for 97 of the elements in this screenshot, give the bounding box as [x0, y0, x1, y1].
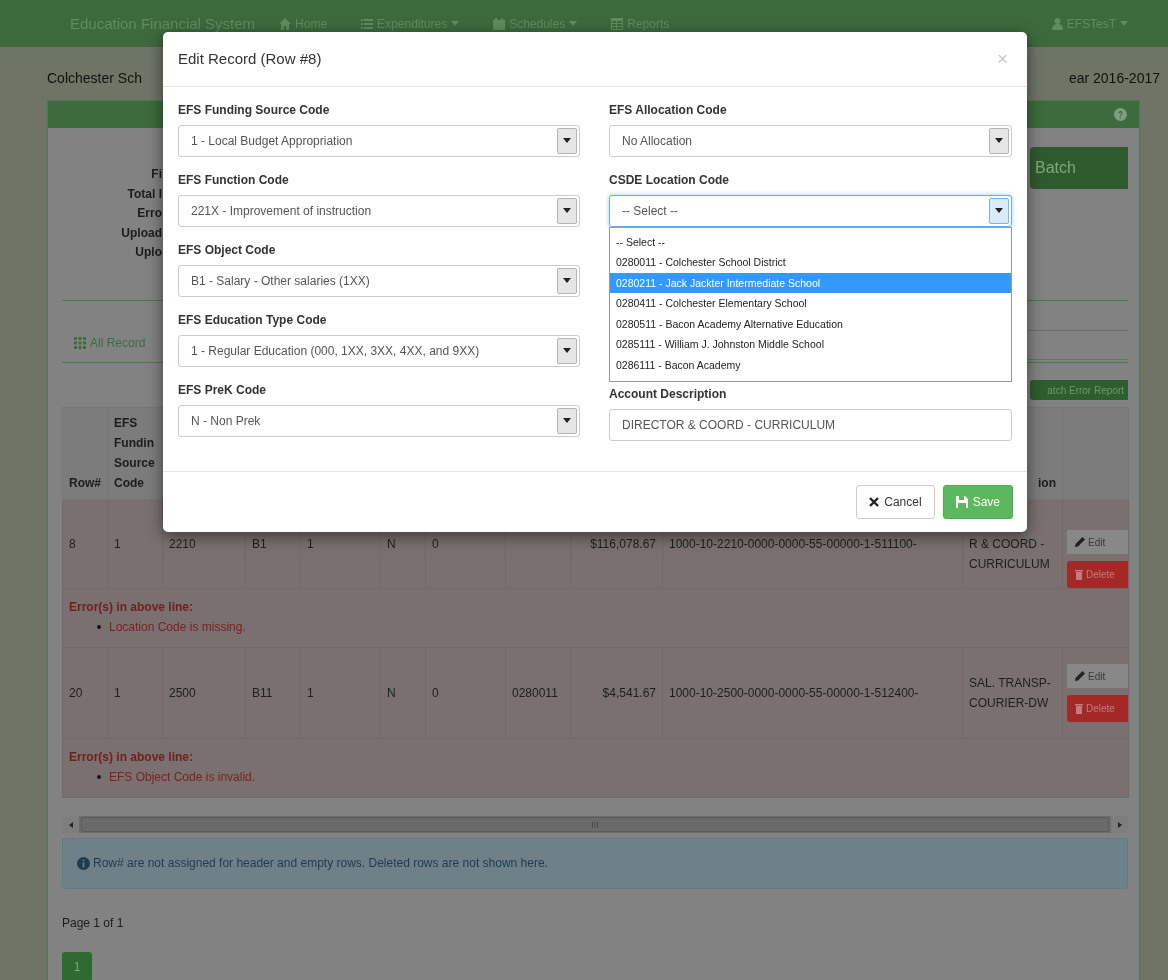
dropdown-option[interactable]: 0280011 - Colchester School District [610, 252, 1011, 273]
scroll-left-button[interactable] [62, 816, 79, 833]
delete-button[interactable]: Delete [1067, 561, 1129, 588]
bullet-dot [97, 625, 101, 629]
field-label: EFS Funding Source Code [178, 101, 331, 119]
table-icon [611, 17, 624, 30]
field-label: EFS Allocation Code [609, 101, 728, 119]
caret-icon [995, 208, 1003, 214]
select-field[interactable]: 1 - Regular Education (000, 1XX, 3XX, 4XX, and 9XX) [178, 334, 580, 367]
table-cell: 8 [69, 537, 76, 551]
table-cell: 1 [114, 537, 121, 551]
caret-icon [563, 278, 571, 284]
pencil-icon [1075, 671, 1085, 681]
summary-label: Uplo [135, 244, 162, 261]
dropdown-option[interactable]: 0285111 - William J. Johnston Middle School [610, 334, 1011, 355]
table-cell: 0 [432, 686, 439, 700]
caret-icon [563, 208, 571, 214]
help-icon[interactable] [1114, 108, 1127, 121]
table-cell: 20 [69, 686, 83, 700]
select-field[interactable]: No Allocation [609, 124, 1012, 157]
batch-button[interactable]: Batch [1030, 147, 1128, 189]
summary-label: Erro [137, 205, 162, 222]
table-cell: B1 [252, 537, 267, 551]
fiscal-year-text: ear 2016-2017 [1068, 70, 1160, 88]
table-cell: SAL. TRANSP-COURIER-DW [969, 676, 1051, 710]
caret-icon [995, 138, 1003, 144]
caret-icon [563, 418, 571, 424]
error-heading: Error(s) in above line: [69, 599, 195, 616]
column-header: EFS Fundin Source Code [114, 415, 155, 492]
trash-icon [1075, 569, 1083, 580]
error-message: Location Code is missing. [109, 619, 246, 636]
table-cell: 1000-10-2210-0000-0000-55-00000-1-511100- [669, 537, 917, 551]
dropdown-option[interactable]: 0280211 - Jack Jackter Intermediate School [610, 272, 1011, 294]
table-cell: $116,078.67 [590, 537, 656, 551]
table-cell: 0 [432, 537, 439, 551]
table-cell: B11 [252, 686, 273, 700]
table-cell: R & COORD - CURRICULUM [969, 537, 1050, 571]
scroll-right-button[interactable] [1111, 816, 1128, 833]
table-cell: $4,541.67 [602, 686, 656, 700]
dropdown-option[interactable]: 0280511 - Bacon Academy Alternative Education [610, 313, 1011, 335]
bullet-dot [97, 775, 101, 779]
left-arrow-icon [68, 821, 73, 828]
info-text: Row# are not assigned for header and empty rows. Deleted rows are not shown here. [93, 856, 548, 870]
save-button[interactable]: Save [942, 485, 1013, 520]
table-cell: N [387, 686, 396, 700]
pencil-icon [1075, 537, 1085, 547]
user-icon [1051, 17, 1063, 30]
caret-icon [563, 348, 571, 354]
error-heading: Error(s) in above line: [69, 749, 195, 766]
field-label: EFS Function Code [178, 171, 290, 189]
select-field[interactable]: -- Select -- [609, 194, 1012, 227]
table-cell: 2210 [169, 537, 196, 551]
field-label: EFS Object Code [178, 241, 277, 259]
cancel-button[interactable]: Cancel [856, 485, 935, 520]
select-field[interactable]: 221X - Improvement of instruction [178, 194, 580, 227]
summary-label: Total I [127, 185, 162, 203]
select-field[interactable]: 1 - Local Budget Appropriation [178, 124, 580, 157]
dropdown-option[interactable]: 0286111 - Bacon Academy [610, 354, 1011, 376]
home-icon [279, 17, 292, 30]
column-header: Row# [69, 475, 101, 492]
dropdown-option[interactable]: -- Select -- [610, 231, 1011, 253]
field-label: Account Description [609, 386, 728, 404]
select-field[interactable]: N - Non Prek [178, 404, 580, 437]
field-label: EFS PreK Code [178, 381, 268, 399]
delete-button[interactable]: Delete [1067, 695, 1129, 722]
field-label: EFS Education Type Code [178, 311, 328, 329]
column-header: ion [1038, 475, 1056, 492]
list-icon [361, 17, 374, 30]
field-label: CSDE Location Code [609, 171, 730, 189]
table-cell: 2500 [169, 686, 196, 700]
dropdown-option[interactable]: 0280411 - Colchester Elementary School [610, 293, 1011, 314]
edit-button[interactable]: Edit [1067, 664, 1129, 688]
table-cell: 1000-10-2500-0000-0000-55-00000-1-512400- [669, 686, 919, 700]
caret-icon [563, 138, 571, 144]
error-message: EFS Object Code is invalid. [109, 769, 256, 786]
table-cell: 1 [307, 686, 314, 700]
select-field[interactable]: B1 - Salary - Other salaries (1XX) [178, 264, 580, 297]
right-arrow-icon [1117, 821, 1122, 828]
x-icon [869, 497, 880, 508]
page-button[interactable]: 1 [62, 952, 92, 980]
table-cell: 0280011 [512, 686, 558, 700]
grid-icon [74, 337, 86, 349]
page-title: Colchester Sch [47, 70, 142, 88]
table-cell: 1 [307, 537, 314, 551]
table-cell: 1 [114, 686, 121, 700]
summary-label: Upload [121, 224, 162, 242]
input-field[interactable]: DIRECTOR & COORD - CURRICULUM [609, 409, 1012, 442]
info-icon [77, 856, 90, 870]
close-button[interactable]: × [992, 47, 1012, 70]
trash-icon [1075, 703, 1083, 714]
calendar-icon [493, 17, 506, 30]
error-report-button[interactable]: atch Error Report [1030, 380, 1128, 400]
table-cell: N [387, 537, 396, 551]
page-count-text: Page 1 of 1 [62, 916, 125, 930]
edit-button[interactable]: Edit [1067, 530, 1129, 554]
dialog-title: Edit Record (Row #8) [178, 50, 322, 68]
summary-label: Fi [151, 166, 162, 183]
